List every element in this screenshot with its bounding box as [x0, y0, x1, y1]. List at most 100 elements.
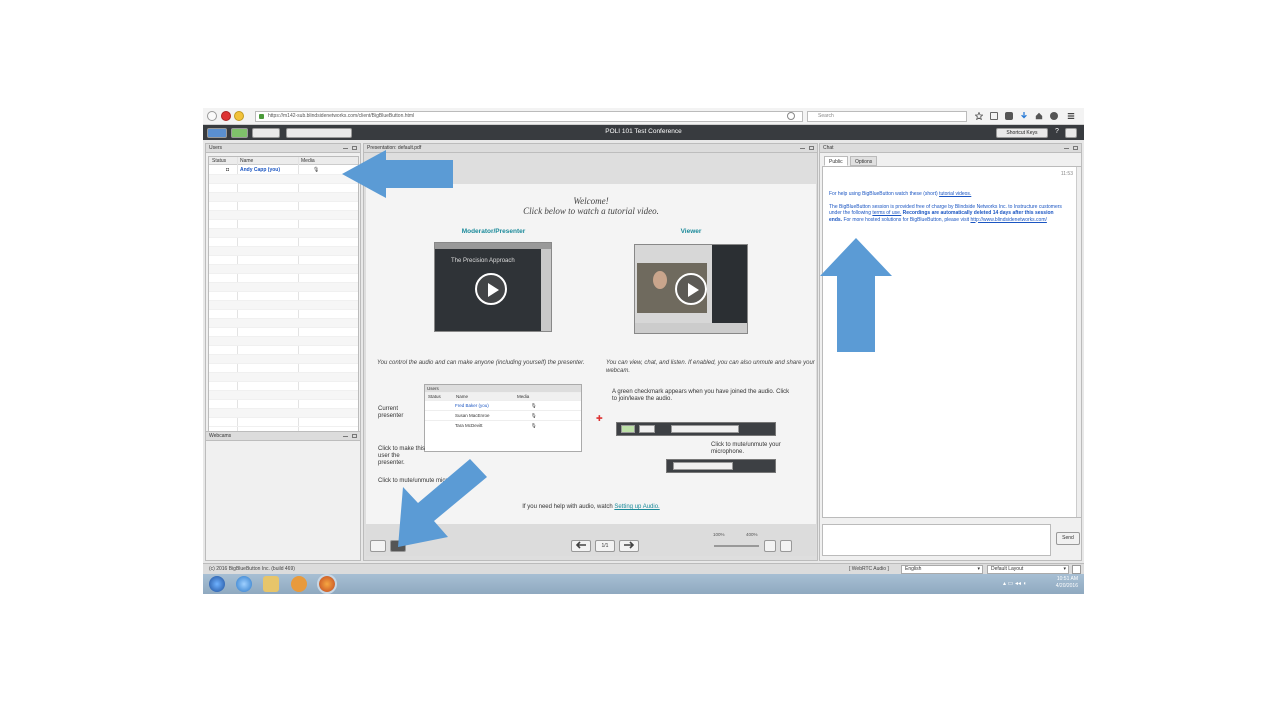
language-select[interactable]: English ▾ [901, 565, 983, 574]
pocket-icon[interactable] [1005, 112, 1013, 120]
url-bar[interactable]: https://m142-sub.blindsidenetworks.com/c… [255, 111, 803, 122]
webcams-panel: Webcams [205, 431, 361, 561]
moderator-description: You control the audio and can make anyon… [377, 360, 585, 366]
zoom-max-label: 400% [746, 532, 758, 537]
help-button[interactable]: ? [1052, 128, 1062, 138]
tutorial-audio-toolbar [616, 422, 776, 436]
red-cross-icon: ✚ [596, 414, 603, 423]
fit-page-button[interactable] [780, 540, 792, 552]
audio-help-text: If you need help with audio, watch [522, 504, 613, 510]
search-input[interactable]: Search [807, 111, 967, 122]
minimize-icon[interactable] [343, 434, 348, 437]
copyright-text: (c) 2016 BigBlueButton Inc. (build 469) [209, 566, 295, 572]
viewer-description: You can view, chat, and listen. If enabl… [606, 360, 815, 374]
file-explorer-icon[interactable] [263, 576, 279, 592]
tab-public[interactable]: Public [824, 156, 848, 166]
clock-date: 4/20/2016 [1055, 583, 1078, 589]
minimize-icon[interactable] [1064, 146, 1069, 149]
start-button-icon[interactable] [209, 576, 225, 592]
mute-mic-note: Click to mute/unmute your microphone. [711, 442, 781, 455]
play-icon[interactable] [675, 273, 707, 305]
column-name: Name [240, 158, 254, 164]
chat-scrollbar[interactable] [1076, 167, 1081, 517]
next-slide-button[interactable] [619, 540, 639, 552]
users-panel: Users Status Name Media ◘ Andy Capp (you… [205, 143, 361, 459]
tutorial-mic-toolbar [666, 459, 776, 473]
bookmark-star-icon[interactable] [974, 111, 984, 121]
join-audio-note: A green checkmark appears when you have … [612, 389, 790, 402]
tutorial-users-table: Users Status Name Media Fred Baker (you)… [424, 384, 582, 452]
terms-of-use-link[interactable]: terms of use. [872, 210, 901, 216]
viewer-tutorial-video[interactable] [634, 244, 748, 334]
blindside-link[interactable]: http://www.blindsidenetworks.com/ [970, 217, 1046, 223]
send-button[interactable]: Send [1056, 532, 1080, 545]
status-bar: (c) 2016 BigBlueButton Inc. (build 469) … [203, 563, 1084, 574]
language-value: English [905, 566, 922, 572]
up-arrow-annotation [820, 238, 892, 352]
home-icon[interactable] [1035, 112, 1043, 120]
reload-icon[interactable] [787, 112, 795, 120]
microphone-icon[interactable]: 🎙 [313, 167, 319, 173]
clock-time: 10:51 AM [1056, 576, 1078, 582]
maximize-icon[interactable] [809, 146, 814, 150]
setting-up-audio-link[interactable]: Setting up Audio. [614, 504, 659, 510]
download-icon[interactable] [1020, 112, 1028, 120]
users-panel-title: Users [209, 145, 223, 151]
home-icon[interactable] [234, 111, 244, 121]
app-toolbar: POLI 101 Test Conference Shortcut Keys ? [203, 125, 1084, 140]
column-media: Media [301, 158, 315, 164]
users-panel-header: Users [206, 144, 360, 153]
upload-presentation-button[interactable] [370, 540, 386, 552]
apply-layout-button[interactable] [1072, 565, 1081, 574]
mini-row: Fred Baker (you) 🎙 [425, 400, 581, 410]
firefox-icon[interactable] [317, 574, 337, 594]
chat-timestamp: 11:53 [1060, 171, 1073, 177]
play-icon[interactable] [475, 273, 507, 305]
welcome-subheading: Click below to watch a tutorial video. [523, 206, 659, 216]
menu-icon[interactable] [1067, 112, 1075, 120]
moderator-heading: Moderator/Presenter [461, 228, 526, 235]
shortcut-keys-button[interactable]: Shortcut Keys [996, 128, 1048, 138]
tab-options[interactable]: Options [850, 156, 878, 166]
chat-message-input[interactable] [822, 524, 1051, 556]
stop-icon[interactable] [221, 111, 231, 121]
viewer-heading: Viewer [680, 228, 702, 235]
users-table-header: Status Name Media [209, 157, 358, 165]
slide-welcome: Welcome! Click below to watch a tutorial… [366, 196, 816, 216]
internet-explorer-icon[interactable] [236, 576, 252, 592]
users-table: Status Name Media ◘ Andy Capp (you) 🎙 [208, 156, 359, 436]
tray-icons[interactable]: ▴ ▭ ◂◂ ◖ [1003, 580, 1026, 587]
chat-msg1-text: For help using BigBlueButton watch these… [829, 191, 938, 197]
zoom-min-label: 100% [713, 532, 725, 537]
fit-width-button[interactable] [764, 540, 776, 552]
tutorial-videos-link[interactable]: tutorial videos. [939, 191, 971, 197]
user-name: Andy Capp (you) [240, 167, 280, 173]
media-player-icon[interactable] [291, 576, 307, 592]
chat-panel-header: Chat [820, 144, 1081, 153]
browser-toolbar: https://m142-sub.blindsidenetworks.com/c… [203, 108, 1084, 125]
system-clock[interactable]: 10:51 AM 4/20/2016 [1056, 576, 1078, 590]
table-row[interactable]: ◘ Andy Capp (you) 🎙 [209, 166, 358, 175]
moderator-tutorial-video[interactable]: The Precision Approach [434, 242, 552, 332]
layout-value: Default Layout [991, 566, 1024, 572]
page-number-button[interactable]: 1/1 [595, 540, 615, 552]
search-placeholder: Search [818, 113, 834, 119]
previous-slide-button[interactable] [571, 540, 591, 552]
windows-taskbar: ▴ ▭ ◂◂ ◖ 10:51 AM 4/20/2016 [203, 574, 1084, 594]
back-icon[interactable] [207, 111, 217, 121]
logout-button[interactable] [1065, 128, 1077, 138]
chat-welcome-message: For help using BigBlueButton watch these… [829, 191, 1064, 223]
down-left-arrow-annotation [398, 459, 487, 547]
layout-select[interactable]: Default Layout ▾ [987, 565, 1069, 574]
column-status: Status [212, 158, 227, 164]
mini-row-name: Tara McDevitt [455, 423, 483, 428]
minimize-icon[interactable] [343, 146, 348, 149]
sync-icon[interactable] [1050, 112, 1058, 120]
maximize-icon[interactable] [1073, 146, 1078, 150]
presenter-icon: ◘ [226, 167, 230, 173]
reader-icon[interactable] [990, 112, 998, 120]
minimize-icon[interactable] [800, 146, 805, 149]
conference-title: POLI 101 Test Conference [605, 128, 682, 135]
zoom-slider[interactable] [714, 545, 759, 547]
maximize-icon[interactable] [352, 434, 357, 438]
